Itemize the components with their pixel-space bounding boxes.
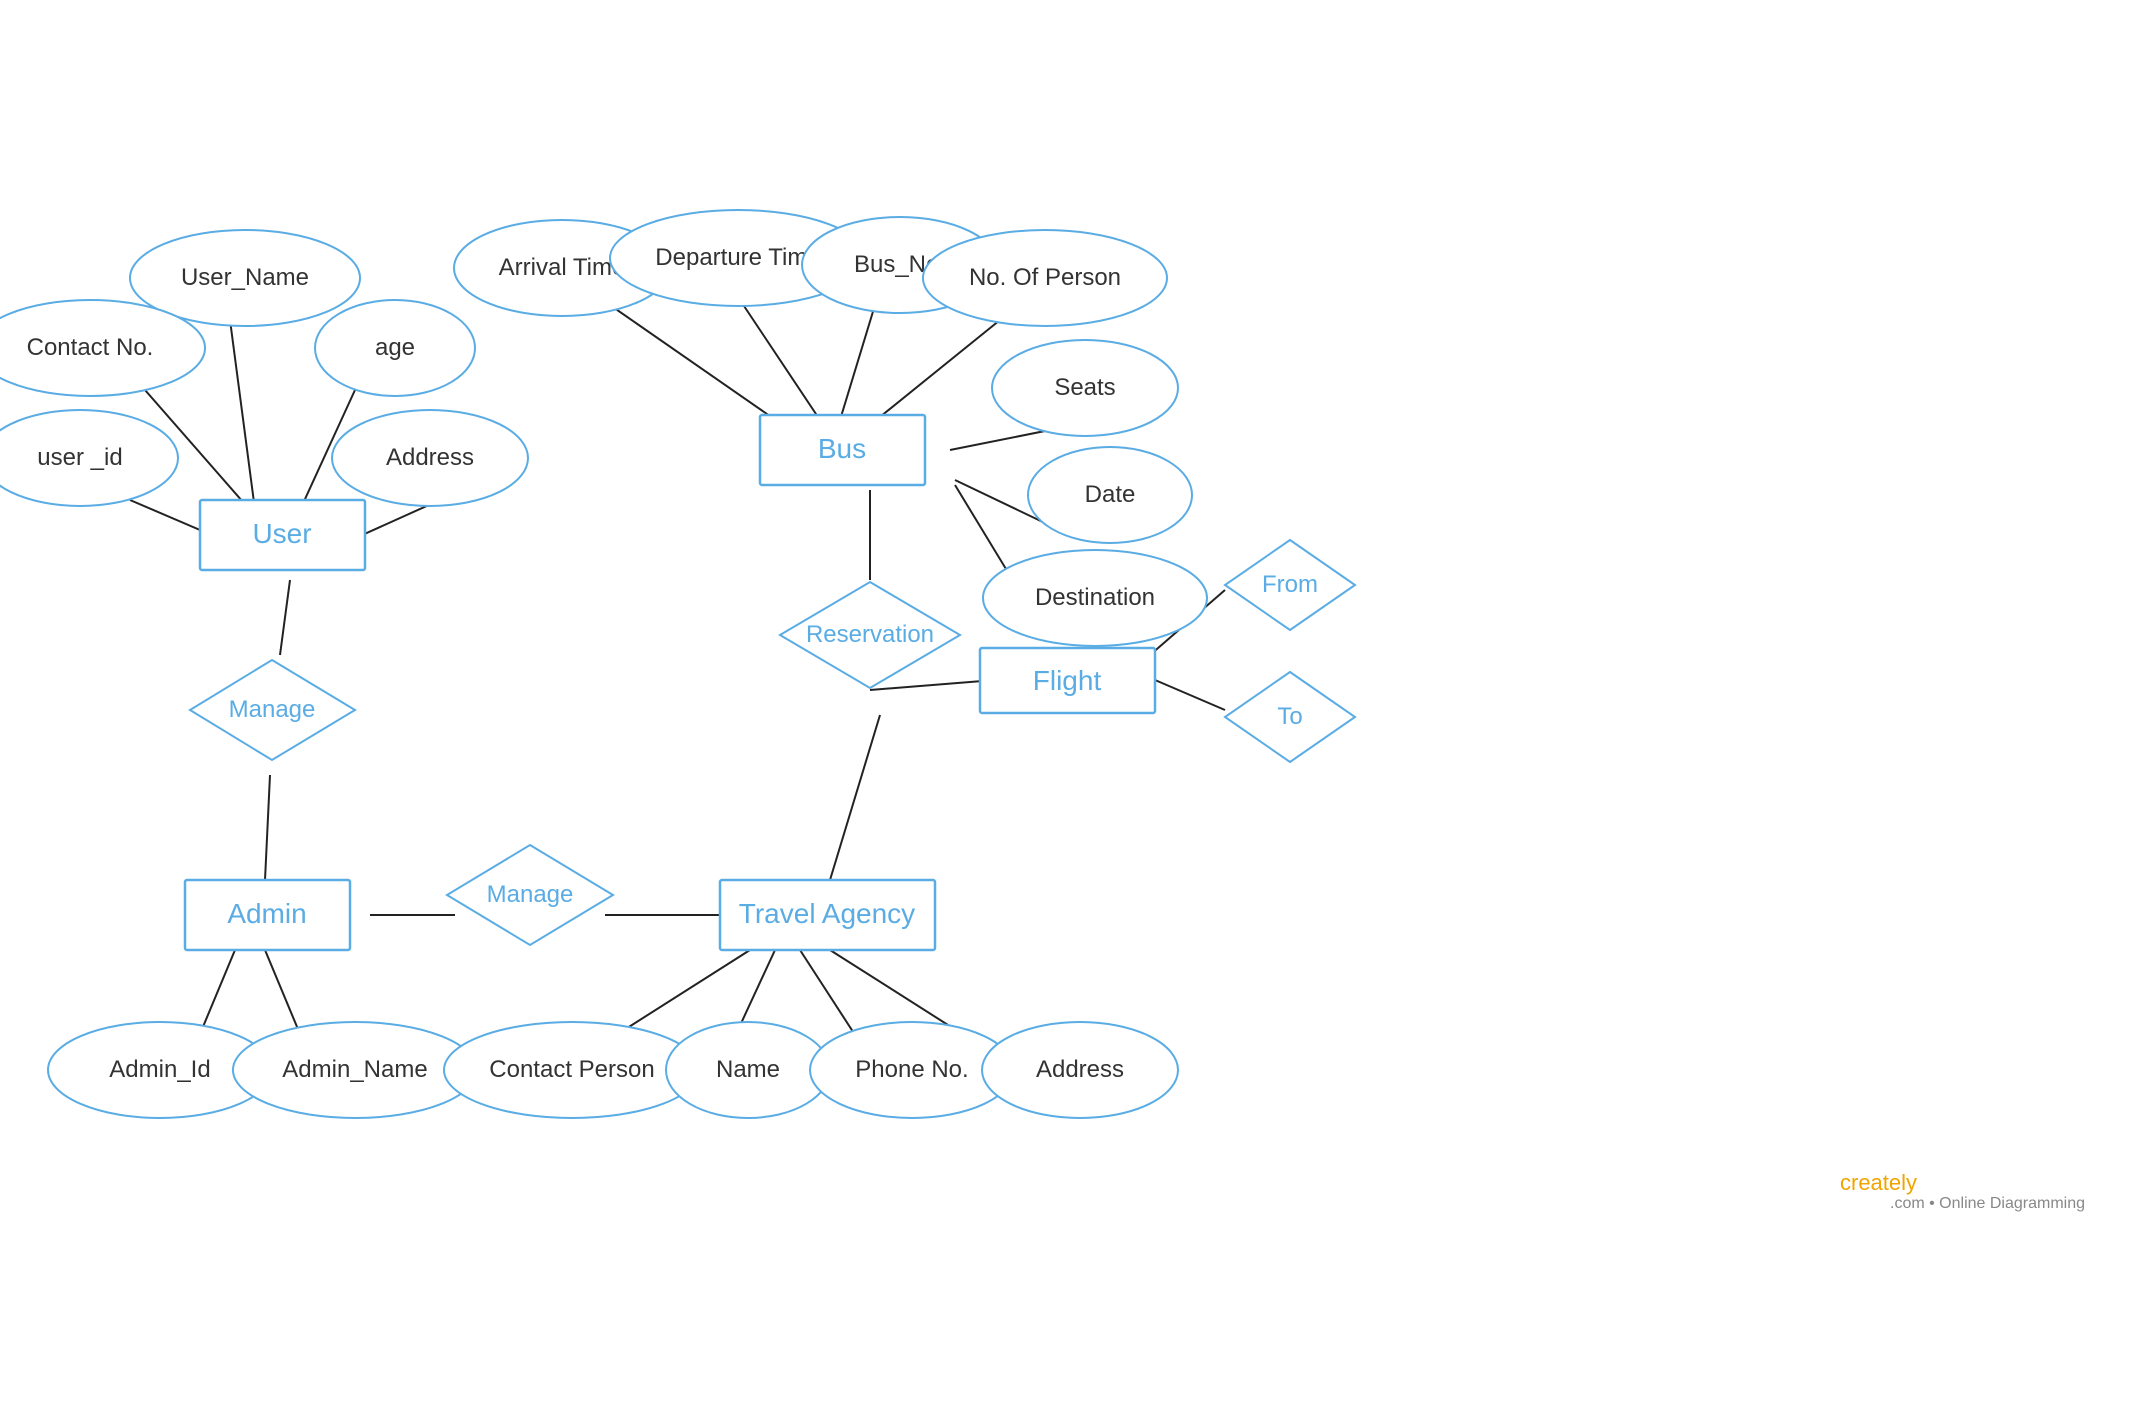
attr-phone-no-label: Phone No.	[855, 1056, 968, 1083]
attr-admin-id-label: Admin_Id	[109, 1056, 210, 1083]
attr-contact-no-label: Contact No.	[27, 334, 154, 361]
attr-address-ta-label: Address	[1036, 1056, 1124, 1083]
attr-arrival-time-label: Arrival Time	[499, 254, 626, 281]
attr-age-label: age	[375, 334, 415, 361]
attr-user-name-label: User_Name	[181, 264, 309, 291]
attr-admin-name-label: Admin_Name	[282, 1056, 427, 1083]
rel-manage1-label: Manage	[229, 696, 316, 723]
attr-ta-name-label: Name	[716, 1056, 780, 1083]
attr-destination-label: Destination	[1035, 584, 1155, 611]
rel-from-label: From	[1262, 571, 1318, 598]
attr-user-id-label: user _id	[37, 444, 122, 471]
rel-to-label: To	[1277, 703, 1302, 730]
attr-departure-time-label: Departure Time	[655, 244, 820, 271]
entity-bus-label: Bus	[818, 433, 866, 464]
entity-admin-label: Admin	[227, 898, 306, 929]
rel-manage2-label: Manage	[487, 881, 574, 908]
watermark: creately	[1840, 1170, 1917, 1195]
entity-flight-label: Flight	[1033, 665, 1102, 696]
attr-seats-label: Seats	[1054, 374, 1115, 401]
entity-user-label: User	[252, 518, 311, 549]
attr-contact-person-label: Contact Person	[489, 1056, 654, 1083]
entity-travel-agency-label: Travel Agency	[739, 898, 915, 929]
attr-address-user-label: Address	[386, 444, 474, 471]
er-diagram: User Bus Flight Admin Travel Agency User…	[0, 0, 2140, 1410]
attr-date-label: Date	[1085, 481, 1136, 508]
attr-no-of-person-label: No. Of Person	[969, 264, 1121, 291]
watermark-sub: .com • Online Diagramming	[1890, 1195, 2085, 1212]
rel-reservation-label: Reservation	[806, 621, 934, 648]
